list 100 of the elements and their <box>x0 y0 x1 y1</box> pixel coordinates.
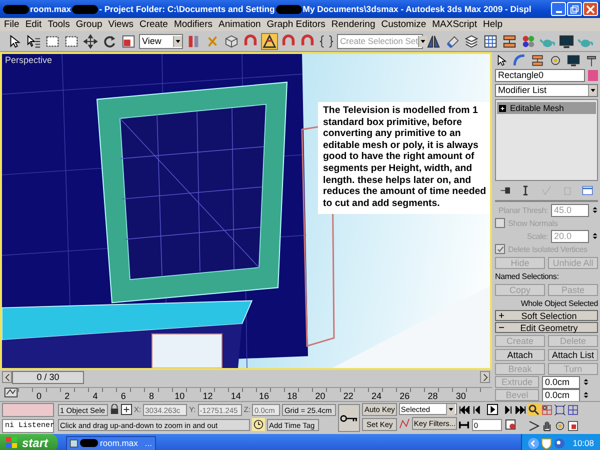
go-to-end-icon[interactable] <box>514 406 526 414</box>
orbit-icon[interactable] <box>554 420 567 432</box>
pin-icon[interactable] <box>500 185 511 196</box>
menu-item[interactable]: Edit <box>25 19 42 30</box>
redaction-mark <box>276 4 302 14</box>
move-icon[interactable] <box>82 32 99 50</box>
menu-item[interactable]: Animation <box>218 19 261 30</box>
orbit-icon[interactable] <box>549 54 562 67</box>
object-name-field[interactable]: Rectangle0 <box>495 69 585 82</box>
chevron-icon[interactable] <box>528 438 539 448</box>
tangent-curve-icon[interactable] <box>398 418 410 429</box>
monitor-icon[interactable] <box>558 32 575 50</box>
next-frame-button[interactable] <box>480 371 490 384</box>
configure-icon[interactable] <box>582 185 594 196</box>
time-tag-icon[interactable] <box>252 418 265 431</box>
panel-button[interactable]: Attach List <box>548 348 598 360</box>
scale-icon[interactable] <box>120 32 137 50</box>
restore-icon <box>570 4 579 14</box>
menu-item[interactable]: Graph Editors <box>266 19 326 30</box>
spinner-arrows-icon[interactable] <box>583 390 589 400</box>
absolute-mode-icon[interactable] <box>121 404 132 415</box>
go-to-start-icon[interactable] <box>458 406 470 414</box>
grid-icon[interactable] <box>482 32 499 50</box>
window-title: My Documents\3dsmax - Autodesk 3ds Max 2009 - Displ <box>302 4 532 14</box>
lock-icon[interactable] <box>110 404 119 415</box>
cursor-icon[interactable] <box>495 54 508 67</box>
hierarchy-icon[interactable] <box>531 54 544 67</box>
menu-item[interactable]: Modifiers <box>174 19 213 30</box>
menu-item[interactable]: Customize <box>381 19 426 30</box>
menu-item[interactable]: Views <box>108 19 134 30</box>
frame-number: 4 <box>92 391 99 401</box>
clock: 10:08 <box>572 438 594 448</box>
rollout-header[interactable]: Edit Geometry <box>495 322 598 333</box>
time-configuration-icon[interactable] <box>504 419 516 430</box>
frame-number: 26 <box>400 391 410 401</box>
shield-icon[interactable] <box>540 438 552 448</box>
menu-item[interactable]: Rendering <box>331 19 376 30</box>
minimize-icon <box>556 10 562 12</box>
key-mode-icon[interactable] <box>458 420 469 428</box>
rollout-header[interactable]: Soft Selection <box>495 310 598 321</box>
close-button[interactable] <box>583 2 598 16</box>
menu-item[interactable]: Create <box>139 19 168 30</box>
set-key-button[interactable] <box>338 404 360 432</box>
menu-item[interactable]: MAXScript <box>432 19 477 30</box>
zoom-all-icon[interactable] <box>540 403 554 416</box>
menu-item[interactable]: Group <box>76 19 102 30</box>
maximize-icon[interactable] <box>566 420 580 432</box>
redaction-mark <box>3 4 29 14</box>
select-by-name-icon[interactable] <box>25 32 42 50</box>
minus-icon <box>499 325 504 330</box>
spinner-arrows-icon[interactable] <box>583 377 589 387</box>
frame-number: 28 <box>428 391 438 401</box>
plus-icon <box>499 313 504 318</box>
time-slider-thumb[interactable]: 0 / 30 <box>12 370 84 384</box>
modifier-list-dropdown[interactable]: Modifier List <box>495 84 598 97</box>
globe-icon[interactable] <box>554 438 565 448</box>
panel-button[interactable]: Attach <box>495 348 545 360</box>
color-swatch[interactable] <box>588 70 598 81</box>
frame-number: 2 <box>64 391 71 401</box>
menu-item[interactable]: File <box>4 19 20 30</box>
layers-icon[interactable] <box>463 32 480 50</box>
check-icon[interactable] <box>540 185 552 196</box>
braces-icon[interactable] <box>318 32 335 50</box>
minimize-button[interactable] <box>551 2 566 16</box>
pipe-icon[interactable] <box>513 54 526 67</box>
caret-icon <box>418 36 427 46</box>
restore-button[interactable] <box>567 2 582 16</box>
caret-icon <box>446 404 455 415</box>
zoom-extents-all-icon[interactable] <box>566 403 580 416</box>
curve-editor-icon[interactable] <box>4 387 18 398</box>
frame-number: 24 <box>372 391 382 401</box>
frame-number: 14 <box>230 391 241 401</box>
search-icon[interactable] <box>528 403 541 416</box>
angle-snap-icon[interactable] <box>261 32 278 50</box>
box-icon[interactable] <box>223 32 240 50</box>
view-dropdown[interactable]: View <box>139 34 183 48</box>
play-icon[interactable] <box>486 404 498 415</box>
frame-number: 12 <box>202 391 213 401</box>
viewport-label[interactable]: Perspective <box>5 55 52 65</box>
stack-item[interactable]: Editable Mesh <box>497 102 596 114</box>
taskbar-task[interactable]: room.max ... <box>66 436 156 450</box>
frame-number: 22 <box>343 391 354 401</box>
menu-item[interactable]: Tools <box>48 19 70 30</box>
frame-number: 6 <box>120 391 127 401</box>
hammer-icon[interactable] <box>585 54 598 67</box>
frame-number: 20 <box>315 391 326 401</box>
spinner-arrows-icon[interactable] <box>592 205 598 215</box>
monitor-icon[interactable] <box>567 54 580 67</box>
zoom-extents-icon[interactable] <box>554 403 567 416</box>
schematic-icon[interactable] <box>501 32 518 50</box>
script-listener-field[interactable] <box>2 403 54 417</box>
caret-icon <box>588 85 597 96</box>
annotation-note: The Television is modelled from 1 standard box primitive, before converting any primitive to an editable mesh or poly, it is always good to have the right amount of segments per Height, width, and length. these helps later on, and reduces the amount of time needed to cut and add segments. <box>318 102 490 214</box>
spinner-arrows-icon[interactable] <box>592 231 598 241</box>
menu-item[interactable]: Help <box>482 19 503 30</box>
section-label: Named Selections: <box>495 272 559 280</box>
previous-frame-button[interactable] <box>2 371 12 384</box>
frame-number: 8 <box>148 391 155 401</box>
window-title: - Project Folder: C:\Documents and Setting <box>99 4 275 14</box>
expand-box-icon[interactable] <box>499 104 506 112</box>
